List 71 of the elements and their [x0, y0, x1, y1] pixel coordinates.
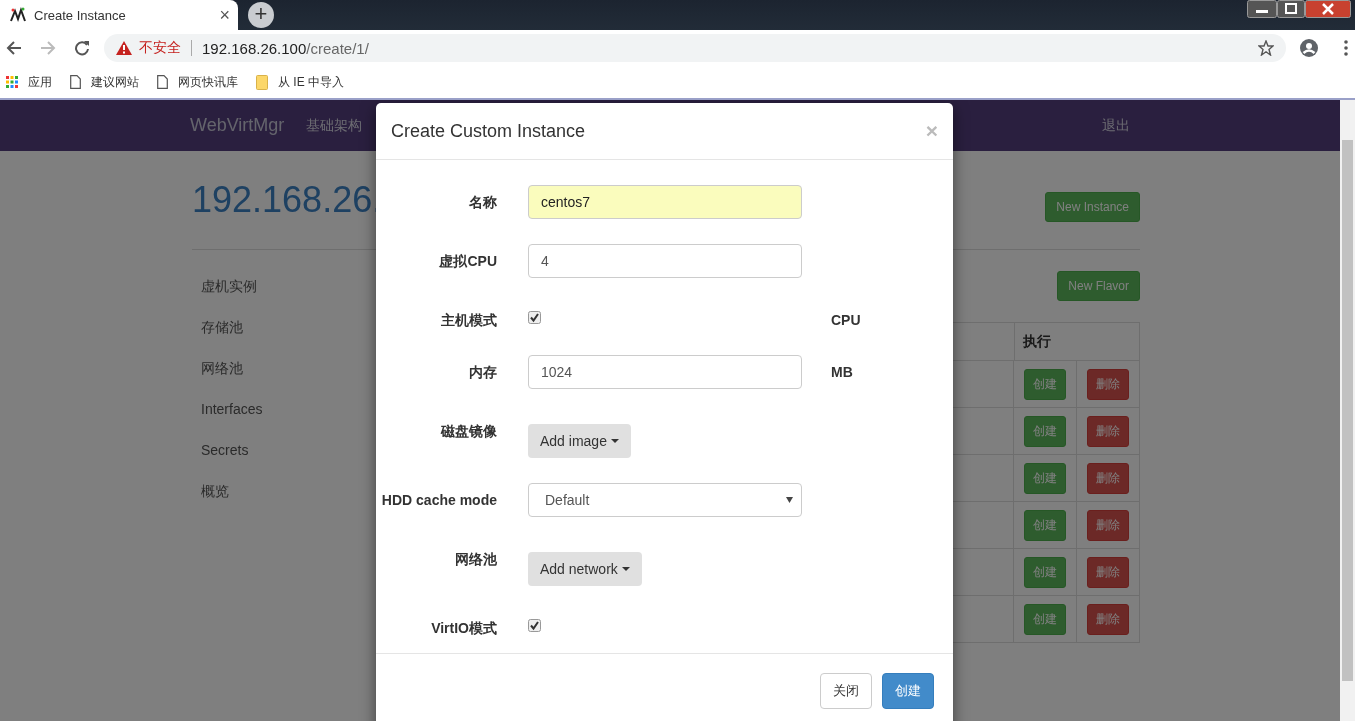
field-label: 虚拟CPU	[438, 252, 497, 271]
unit-label: CPU	[831, 311, 861, 330]
bookmark-item[interactable]: 从 IE 中导入	[256, 73, 344, 91]
text-field[interactable]: centos7	[528, 185, 802, 219]
logout-link[interactable]: 退出	[1102, 116, 1130, 135]
create-button[interactable]: 创建	[882, 673, 934, 709]
warning-icon	[116, 41, 132, 55]
maximize-icon[interactable]	[1277, 0, 1305, 18]
star-icon[interactable]	[1258, 40, 1274, 56]
checkbox[interactable]	[528, 619, 541, 632]
field-label: 内存	[468, 363, 497, 382]
browser-tab[interactable]: Create Instance ×	[0, 0, 238, 30]
field-label: 名称	[468, 193, 497, 212]
nav-link[interactable]: 基础架构	[306, 116, 363, 135]
scrollbar-thumb[interactable]	[1342, 140, 1353, 681]
field-label: 主机模式	[440, 311, 497, 330]
field-label: 磁盘镜像	[439, 422, 497, 441]
delete-button[interactable]: 删除	[1087, 415, 1129, 447]
scrollbar[interactable]	[1340, 100, 1355, 721]
checkbox[interactable]	[528, 311, 541, 324]
security-label: 不安全	[139, 39, 181, 57]
dropdown-button[interactable]: Add image	[528, 424, 631, 458]
delete-button[interactable]: 删除	[1087, 462, 1129, 494]
folder-icon	[256, 74, 268, 90]
create-button[interactable]: 创建	[1024, 368, 1066, 400]
field-label: VirtIO模式	[430, 619, 497, 638]
tab-title: Create Instance	[34, 7, 127, 23]
minimize-icon[interactable]	[1247, 0, 1277, 18]
new-instance-button[interactable]: New Instance	[1045, 192, 1140, 222]
dropdown-button[interactable]: Add network	[528, 552, 642, 586]
caret-icon	[610, 439, 619, 443]
column-header: 执行	[1014, 323, 1139, 360]
tab-close-button[interactable]: ×	[219, 6, 230, 24]
page-icon	[70, 75, 81, 89]
page-title: 192.168.26.	[192, 179, 383, 221]
caret-icon	[786, 497, 793, 503]
url-text: 192.168.26.100/create/1/	[202, 39, 370, 57]
caret-icon	[621, 567, 630, 571]
menu-icon[interactable]	[1344, 40, 1348, 56]
field-label: 网络池	[454, 550, 497, 569]
delete-button[interactable]: 删除	[1087, 368, 1129, 400]
logo-icon	[10, 7, 26, 23]
create-button[interactable]: 创建	[1024, 556, 1066, 588]
select-field[interactable]: Default	[528, 483, 802, 517]
bookmark-item[interactable]: 应用	[6, 73, 52, 91]
bookmark-item[interactable]: 建议网站	[70, 73, 139, 91]
back-icon[interactable]	[6, 40, 22, 56]
text-field[interactable]: 4	[528, 244, 802, 278]
unit-label: MB	[831, 363, 853, 382]
close-icon[interactable]	[1305, 0, 1351, 18]
delete-button[interactable]: 删除	[1087, 603, 1129, 635]
brand-link[interactable]: WebVirtMgr	[190, 115, 285, 136]
page-icon	[157, 75, 168, 89]
field-label: HDD cache mode	[380, 491, 497, 510]
create-button[interactable]: 创建	[1024, 415, 1066, 447]
new-tab-button[interactable]: +	[248, 2, 274, 28]
delete-button[interactable]: 删除	[1087, 509, 1129, 541]
profile-icon[interactable]	[1300, 39, 1318, 57]
create-button[interactable]: 创建	[1024, 603, 1066, 635]
address-bar[interactable]: 不安全 192.168.26.100/create/1/	[104, 34, 1286, 62]
create-button[interactable]: 创建	[1024, 462, 1066, 494]
new-flavor-button[interactable]: New Flavor	[1057, 271, 1140, 301]
reload-icon[interactable]	[74, 40, 90, 56]
text-field[interactable]: 1024	[528, 355, 802, 389]
apps-grid-icon	[6, 76, 18, 88]
dialog-title: Create Custom Instance	[391, 120, 587, 142]
close-button[interactable]: 关闭	[820, 673, 872, 709]
close-button[interactable]: ×	[925, 119, 938, 143]
create-button[interactable]: 创建	[1024, 509, 1066, 541]
bookmark-item[interactable]: 网页快讯库	[157, 73, 238, 91]
delete-button[interactable]: 删除	[1087, 556, 1129, 588]
